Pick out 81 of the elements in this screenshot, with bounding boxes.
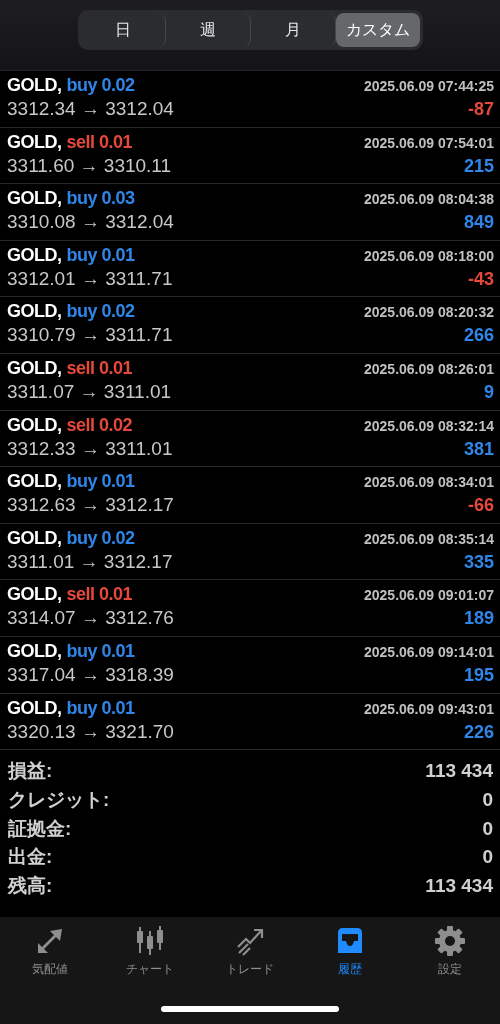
trade-volume: buy 0.01 — [66, 244, 135, 266]
trade-time: 2025.06.09 07:54:01 — [364, 134, 494, 151]
trade-time: 2025.06.09 08:35:14 — [364, 530, 494, 547]
trade-volume: sell 0.01 — [66, 357, 133, 379]
trade-profit: 9 — [484, 381, 494, 403]
candlestick-icon — [134, 925, 166, 957]
trade-volume: buy 0.01 — [66, 697, 135, 719]
trade-time: 2025.06.09 08:34:01 — [364, 474, 494, 491]
trade-time: 2025.06.09 08:18:00 — [364, 247, 494, 264]
summary-label: 残高: — [8, 873, 53, 898]
trade-profit: 266 — [463, 325, 494, 347]
nav-tab[interactable]: トレード — [200, 925, 300, 978]
trade-profit: -66 — [468, 495, 494, 517]
trade-time: 2025.06.09 09:01:07 — [364, 587, 494, 604]
trade-symbol: GOLD, — [7, 188, 62, 210]
trade-volume: sell 0.02 — [66, 414, 133, 436]
summary-value: 0 — [482, 789, 493, 811]
trade-symbol: GOLD, — [7, 584, 62, 606]
nav-tab[interactable]: 設定 — [400, 925, 500, 978]
trade-profit: 215 — [463, 155, 494, 177]
trade-volume: buy 0.02 — [66, 75, 135, 96]
period-tab[interactable]: 週 — [165, 13, 251, 47]
trade-symbol: GOLD, — [7, 244, 62, 266]
trade-symbol: GOLD, — [7, 75, 62, 96]
trade-time: 2025.06.09 08:04:38 — [364, 191, 494, 208]
trade-profit: 195 — [463, 664, 494, 686]
trade-volume: buy 0.03 — [66, 188, 135, 210]
nav-tab[interactable]: 履歴 — [300, 925, 400, 978]
trade-prices: 3311.01 → 3312.17 — [7, 550, 173, 573]
nav-tab[interactable]: チャート — [100, 925, 200, 978]
trade-profit: 189 — [463, 608, 494, 630]
trade-time: 2025.06.09 08:32:14 — [364, 417, 494, 434]
period-tab[interactable]: カスタム — [335, 13, 420, 47]
trade-time: 2025.06.09 07:44:25 — [364, 78, 494, 94]
trade-prices: 3310.08 → 3312.04 — [7, 211, 174, 234]
trade-profit: 335 — [463, 551, 494, 573]
trade-symbol: GOLD, — [7, 414, 62, 436]
period-tab[interactable]: 月 — [250, 13, 336, 47]
trade-symbol: GOLD, — [7, 131, 62, 153]
summary-value: 0 — [482, 846, 493, 869]
settings-icon — [434, 925, 466, 957]
trade-volume: buy 0.02 — [66, 301, 135, 323]
trade-time: 2025.06.09 09:43:01 — [364, 700, 494, 717]
trade-prices: 3312.01 → 3311.71 — [7, 267, 173, 290]
trade-prices: 3312.33 → 3311.01 — [7, 437, 173, 460]
trade-volume: buy 0.02 — [66, 527, 135, 549]
summary-label: 証拠金: — [8, 816, 72, 841]
trade-prices: 3311.60 → 3310.11 — [7, 154, 172, 177]
trade-profit: -43 — [468, 268, 494, 290]
trade-profit: 226 — [463, 721, 494, 743]
trade-volume: sell 0.01 — [66, 584, 133, 606]
trade-symbol: GOLD, — [7, 301, 62, 323]
nav-tab[interactable]: 気配値 — [0, 925, 100, 978]
summary-value: 113 434 — [425, 760, 493, 783]
summary-value: 0 — [482, 817, 493, 840]
trade-volume: sell 0.01 — [66, 131, 133, 153]
summary-label: 損益: — [8, 759, 53, 784]
trade-profit: 849 — [463, 212, 494, 234]
trade-profit: -87 — [468, 99, 494, 120]
trade-prices: 3312.34 → 3312.04 — [7, 98, 174, 120]
summary-value: 113 434 — [425, 874, 493, 897]
trade-prices: 3314.07 → 3312.76 — [7, 607, 174, 630]
trade-profit: 381 — [463, 438, 494, 460]
summary-label: クレジット: — [8, 788, 110, 812]
period-tab[interactable]: 日 — [80, 13, 166, 47]
trade-symbol: GOLD, — [7, 640, 62, 662]
trade-prices: 3310.79 → 3311.71 — [7, 324, 173, 347]
trade-volume: buy 0.01 — [66, 471, 135, 493]
trade-symbol: GOLD, — [7, 357, 62, 379]
trade-prices: 3311.07 → 3311.01 — [7, 380, 172, 403]
trade-prices: 3312.63 → 3312.17 — [7, 494, 174, 517]
trade-prices: 3320.13 → 3321.70 — [7, 720, 174, 743]
trade-symbol: GOLD, — [7, 471, 62, 493]
trade-symbol: GOLD, — [7, 697, 62, 719]
trade-prices: 3317.04 → 3318.39 — [7, 663, 174, 686]
trade-symbol: GOLD, — [7, 527, 62, 549]
trade-time: 2025.06.09 09:14:01 — [364, 643, 494, 660]
trade-time: 2025.06.09 08:26:01 — [364, 360, 494, 377]
trade-time: 2025.06.09 08:20:32 — [364, 304, 494, 321]
summary-label: 出金: — [8, 845, 53, 870]
trade-volume: buy 0.01 — [66, 640, 135, 662]
